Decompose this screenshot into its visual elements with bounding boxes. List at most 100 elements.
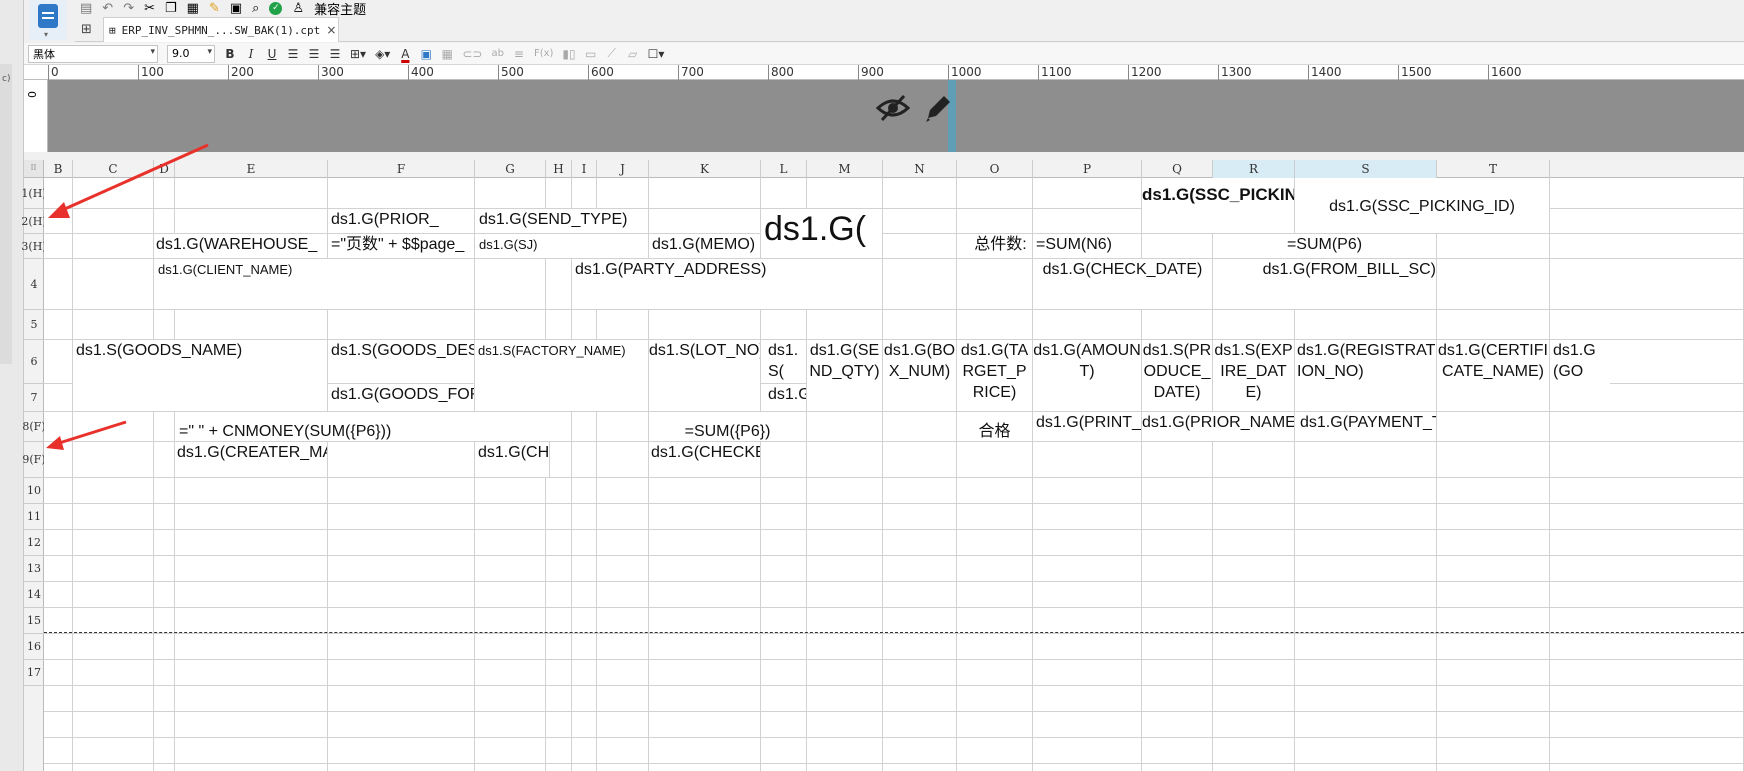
- image-icon[interactable]: ▣: [420, 47, 432, 61]
- cell-g9[interactable]: ds1.G(CHECKER): [475, 442, 550, 478]
- column-header-n[interactable]: N: [883, 160, 957, 178]
- cell-g3[interactable]: ds1.G(SJ): [475, 234, 649, 259]
- row-header[interactable]: 14: [24, 582, 44, 608]
- border-icon[interactable]: ⊞▾: [350, 47, 366, 61]
- pencil-icon[interactable]: [922, 92, 952, 124]
- formula-button[interactable]: F(x): [534, 48, 553, 59]
- file-tab[interactable]: ⊞ ERP_INV_SPHMN_...SW_BAK(1).cpt ×: [103, 17, 339, 42]
- cell-f3[interactable]: ="页数" + $$page_: [328, 234, 475, 259]
- slash-icon[interactable]: ⟋: [606, 46, 618, 61]
- row-header[interactable]: 8(F): [22, 412, 46, 442]
- cell-n6[interactable]: ds1.G(BOX_NUM): [883, 340, 957, 412]
- cell-k9[interactable]: ds1.G(CHECKER2): [649, 442, 761, 478]
- save-icon[interactable]: ▤: [80, 1, 92, 16]
- cell-o3[interactable]: 总件数:: [957, 234, 1033, 259]
- redo-icon[interactable]: ↷: [123, 1, 134, 16]
- row-header[interactable]: 3(H): [21, 234, 47, 259]
- column-header-q[interactable]: Q: [1142, 160, 1213, 178]
- font-family-select[interactable]: 黑体 ▾: [28, 44, 158, 63]
- cell-p6[interactable]: ds1.G(AMOUNT): [1033, 340, 1142, 412]
- cell-f7[interactable]: ds1.G(GOODS_FORM): [328, 384, 475, 412]
- cell-d4[interactable]: ds1.G(CLIENT_NAME): [154, 259, 475, 310]
- cut-icon[interactable]: ✂: [144, 1, 155, 16]
- column-header-f[interactable]: F: [328, 160, 475, 178]
- cell-g6[interactable]: ds1.S(FACTORY_NAME): [475, 340, 649, 412]
- row-header[interactable]: 5: [24, 310, 44, 340]
- paste-icon[interactable]: ▦: [187, 1, 199, 16]
- column-header-l[interactable]: L: [761, 160, 807, 178]
- check-icon[interactable]: ✓: [269, 1, 283, 15]
- shirt-icon[interactable]: ♙: [292, 1, 304, 16]
- cell-r3[interactable]: =SUM(P6): [1213, 234, 1437, 259]
- cell-t6[interactable]: ds1.G(CERTIFICATE_NAME): [1437, 340, 1550, 412]
- column-header-r[interactable]: R: [1213, 160, 1295, 178]
- cell-f2[interactable]: ds1.G(PRIOR_: [328, 209, 475, 234]
- cell-p4[interactable]: ds1.G(CHECK_DATE): [1033, 259, 1213, 310]
- spreadsheet-grid[interactable]: ds1.G(SSC_PICKING_ID) ds1.G(SSC_PICKING_…: [44, 178, 1744, 771]
- text-style-button[interactable]: ab: [491, 48, 503, 59]
- cell-p8[interactable]: ds1.G(PRINT_FLAG): [1033, 412, 1142, 442]
- align-right-icon[interactable]: ☰: [329, 47, 341, 61]
- row-header[interactable]: 1(H): [21, 178, 47, 209]
- cell-g2[interactable]: ds1.G(SEND_TYPE): [475, 209, 649, 234]
- preview-icon[interactable]: ▣: [230, 1, 242, 16]
- column-header-s[interactable]: S: [1295, 160, 1437, 178]
- row-header[interactable]: 13: [24, 556, 44, 582]
- row-header[interactable]: 16: [24, 634, 44, 660]
- row-header[interactable]: 10: [24, 478, 44, 504]
- column-header-h[interactable]: H: [546, 160, 572, 178]
- cell-l6[interactable]: ds1.S(: [761, 340, 807, 384]
- cell-r4[interactable]: ds1.G(FROM_BILL_SC): [1213, 259, 1437, 310]
- close-icon[interactable]: ×: [326, 23, 336, 37]
- cell-o6[interactable]: ds1.G(TARGET_PRICE): [957, 340, 1033, 412]
- cell-q1[interactable]: ds1.G(SSC_PICKING_ID): [1142, 178, 1295, 234]
- cell-q6[interactable]: ds1.S(PRODUCE_DATE): [1142, 340, 1213, 412]
- cell-s1[interactable]: ds1.G(SSC_PICKING_ID): [1295, 178, 1550, 234]
- row-header[interactable]: 6: [24, 340, 44, 384]
- theme-label[interactable]: 兼容主题: [314, 0, 366, 18]
- column-header-j[interactable]: J: [597, 160, 649, 178]
- cell-k8[interactable]: =SUM({P6}): [649, 412, 807, 442]
- cell-u6[interactable]: ds1.G(GO: [1550, 340, 1610, 412]
- search-icon[interactable]: ⌕: [252, 1, 259, 16]
- font-color-button[interactable]: A: [399, 47, 411, 61]
- row-header[interactable]: 4: [24, 259, 44, 310]
- report-app-icon[interactable]: ▾: [30, 0, 66, 40]
- fill-color-icon[interactable]: ◈▾: [375, 47, 390, 61]
- underline-button[interactable]: U: [266, 47, 278, 61]
- column-header-c[interactable]: C: [73, 160, 154, 178]
- column-header-p[interactable]: P: [1033, 160, 1142, 178]
- cell-l7[interactable]: ds1.G(: [761, 384, 807, 412]
- row-header[interactable]: 12: [24, 530, 44, 556]
- cell-k3[interactable]: ds1.G(MEMO): [649, 234, 761, 259]
- column-header-o[interactable]: O: [957, 160, 1033, 178]
- cell-d3[interactable]: ds1.G(WAREHOUSE_: [154, 234, 328, 259]
- cell-s8[interactable]: ds1.G(PAYMENT_TYPE): [1295, 412, 1437, 442]
- cell-q8[interactable]: ds1.G(PRIOR_NAME): [1142, 412, 1295, 442]
- column-header-t[interactable]: T: [1437, 160, 1550, 178]
- column-header-g[interactable]: G: [475, 160, 546, 178]
- cell-s6[interactable]: ds1.G(REGISTRATION_NO): [1295, 340, 1437, 412]
- column-header-k[interactable]: K: [649, 160, 761, 178]
- row-header[interactable]: 11: [24, 504, 44, 530]
- eye-off-icon[interactable]: [876, 92, 910, 124]
- cell-r6[interactable]: ds1.S(EXPIRE_DATE): [1213, 340, 1295, 412]
- row-header[interactable]: 17: [24, 660, 44, 686]
- left-edge-scroll-strip[interactable]: [0, 64, 12, 364]
- grid-icon[interactable]: ⊞: [81, 22, 92, 37]
- cell-k6[interactable]: ds1.S(LOT_NO): [649, 340, 761, 412]
- cell-l2[interactable]: ds1.G(: [761, 209, 883, 259]
- font-size-select[interactable]: 9.0 ▾: [167, 44, 215, 63]
- cell-border-icon[interactable]: ☐▾: [648, 47, 665, 61]
- cell-f6[interactable]: ds1.S(GOODS_DESC): [328, 340, 475, 384]
- row-header[interactable]: 15: [24, 608, 44, 634]
- cell-e9[interactable]: ds1.G(CREATER_MAN): [175, 442, 328, 478]
- select-all-corner[interactable]: ⁞⁞: [24, 160, 44, 178]
- bold-button[interactable]: B: [224, 47, 236, 61]
- row-header[interactable]: 9(F): [22, 442, 46, 478]
- row-header[interactable]: 7: [24, 384, 44, 412]
- table-icon[interactable]: ▦: [441, 47, 453, 61]
- align-left-icon[interactable]: ☰: [287, 47, 299, 61]
- cell-p3[interactable]: =SUM(N6): [1033, 234, 1142, 259]
- copy-icon[interactable]: ❐: [165, 1, 177, 16]
